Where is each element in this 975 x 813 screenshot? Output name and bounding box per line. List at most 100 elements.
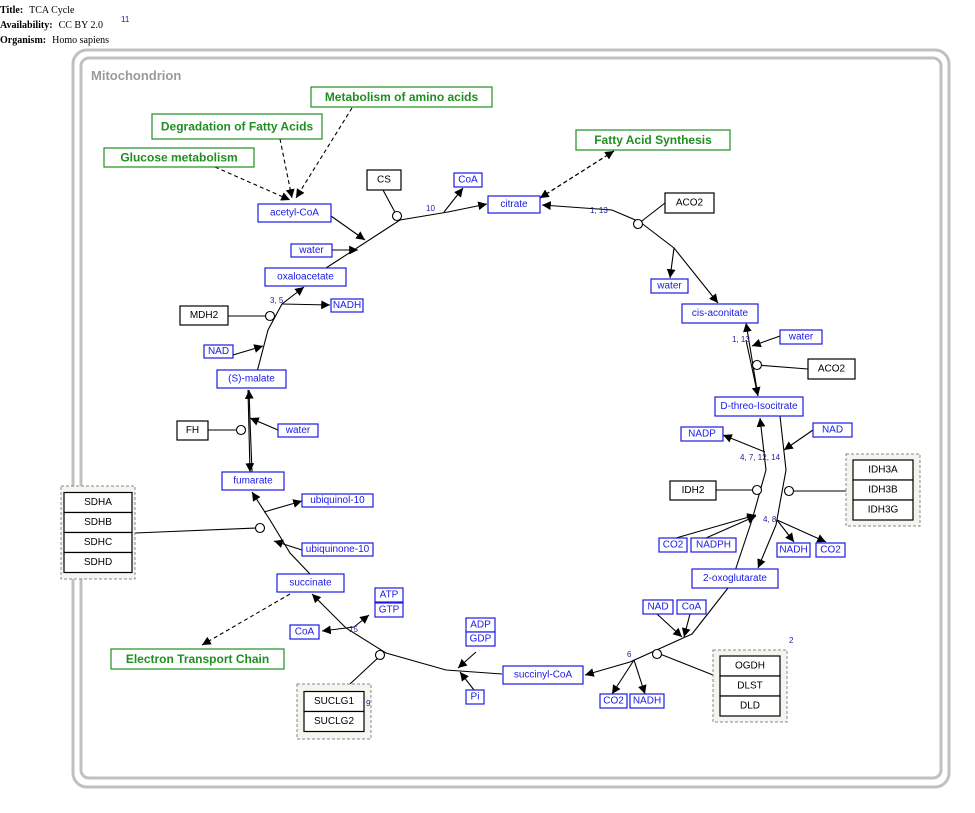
gene-node-idh3b[interactable]: IDH3B — [852, 479, 914, 501]
metabolite-node-nad[interactable]: NAD — [642, 599, 674, 615]
metabolite-node-nadh[interactable]: NADH — [330, 298, 364, 313]
metabolite-node-nadh[interactable]: NADH — [629, 693, 665, 709]
gene-label: DLST — [737, 681, 763, 692]
metabolite-node-gtp[interactable]: GTP — [374, 602, 404, 618]
metabolite-label: fumarate — [233, 476, 273, 487]
metabolite-node-d-threo-isocitrate[interactable]: D-threo-Isocitrate — [714, 396, 804, 417]
reaction-reference-label[interactable]: 6 — [627, 650, 632, 659]
metabolite-node-adp[interactable]: ADP — [465, 617, 496, 633]
reaction-reference-label[interactable]: 4, 8 — [763, 515, 777, 524]
interaction-edge — [443, 187, 464, 213]
pathway-label: Glucose metabolism — [120, 151, 237, 165]
metabolite-node-succinate[interactable]: succinate — [276, 573, 345, 593]
pathway-node-metabolism-of-amino-acids[interactable]: Metabolism of amino acids — [310, 86, 493, 108]
metabolite-node-nadh[interactable]: NADH — [776, 542, 811, 558]
metabolite-node--s-malate[interactable]: (S)-malate — [216, 369, 287, 389]
metabolite-node-water[interactable]: water — [650, 278, 689, 294]
gene-node-dlst[interactable]: DLST — [719, 675, 781, 697]
metabolite-node-fumarate[interactable]: fumarate — [221, 471, 285, 491]
gene-node-mdh2[interactable]: MDH2 — [179, 305, 229, 326]
gene-label: SDHB — [84, 517, 112, 528]
metabolite-label: CO2 — [820, 545, 841, 556]
gene-label: SUCLG2 — [314, 716, 354, 727]
gene-node-sdhc[interactable]: SDHC — [63, 531, 133, 554]
metabolite-label: water — [656, 281, 682, 292]
metabolite-node-nad[interactable]: NAD — [203, 344, 234, 359]
metabolite-label: NADH — [333, 300, 361, 311]
gene-group-sdha[interactable]: SDHA SDHB SDHC SDHD — [60, 485, 136, 580]
gene-node-sdhd[interactable]: SDHD — [63, 551, 133, 574]
reaction-reference-label[interactable]: 1, 13 — [590, 206, 608, 215]
gene-node-ogdh[interactable]: OGDH — [719, 655, 781, 677]
metabolite-node-cis-aconitate[interactable]: cis-aconitate — [681, 303, 759, 324]
interaction-edge — [751, 335, 781, 348]
gene-node-aco2[interactable]: ACO2 — [664, 192, 715, 214]
gene-node-suclg2[interactable]: SUCLG2 — [303, 710, 365, 733]
gene-node-aco2[interactable]: ACO2 — [807, 358, 856, 380]
metabolite-node-pi[interactable]: Pi — [465, 689, 485, 705]
gene-node-cs[interactable]: CS — [366, 169, 402, 191]
gene-group-suclg1[interactable]: SUCLG1 SUCLG2 9 — [296, 683, 372, 740]
interaction-edge — [134, 527, 258, 534]
metabolite-label: water — [285, 425, 311, 436]
gene-node-sdha[interactable]: SDHA — [63, 491, 133, 514]
metabolite-node-oxaloacetate[interactable]: oxaloacetate — [264, 267, 347, 287]
group-reference[interactable]: 2 — [789, 636, 794, 645]
compartment-label: Mitochondrion — [91, 68, 181, 83]
pathway-diagram: Mitochondrion Metabolism of amino acids D… — [60, 48, 951, 789]
pathway-node-fatty-acid-synthesis[interactable]: Fatty Acid Synthesis — [575, 129, 731, 151]
gene-node-idh3g[interactable]: IDH3G — [852, 499, 914, 521]
metabolite-label: CoA — [682, 602, 702, 613]
metabolite-node-coa[interactable]: CoA — [676, 599, 707, 615]
gene-node-sdhb[interactable]: SDHB — [63, 511, 133, 534]
catalysis-anchor — [783, 485, 795, 497]
metabolite-node-water[interactable]: water — [779, 329, 823, 345]
metabolite-label: ubiquinol-10 — [310, 495, 365, 506]
metabolite-node-nadp[interactable]: NADP — [680, 426, 724, 442]
metabolite-node-water[interactable]: water — [290, 243, 333, 258]
metabolite-node-gdp[interactable]: GDP — [465, 631, 496, 647]
interaction-edge — [637, 202, 666, 225]
interaction-edge — [457, 651, 477, 669]
metabolite-node-nad[interactable]: NAD — [812, 422, 853, 438]
metabolite-node-succinyl-coa[interactable]: succinyl-CoA — [502, 665, 584, 685]
metabolite-node-2-oxoglutarate[interactable]: 2-oxoglutarate — [691, 568, 779, 589]
gene-group-idh3a[interactable]: IDH3A IDH3B IDH3G — [845, 453, 921, 527]
interaction-edge — [743, 322, 759, 397]
gene-node-dld[interactable]: DLD — [719, 695, 781, 717]
gene-node-idh2[interactable]: IDH2 — [669, 480, 717, 501]
reaction-reference-label[interactable]: 1, 13 — [732, 335, 750, 344]
metabolite-node-co2[interactable]: CO2 — [599, 693, 628, 709]
metabolite-node-nadph[interactable]: NADPH — [690, 537, 737, 553]
group-reference[interactable]: 9 — [366, 699, 371, 708]
pathway-node-degradation-of-fatty-acids[interactable]: Degradation of Fatty Acids — [151, 113, 323, 140]
pathway-node-electron-transport-chain[interactable]: Electron Transport Chain — [110, 648, 285, 670]
gene-node-suclg1[interactable]: SUCLG1 — [303, 690, 365, 713]
metabolite-node-coa[interactable]: CoA — [289, 624, 320, 640]
reaction-reference-label[interactable]: 4, 7, 12, 14 — [740, 453, 781, 462]
gene-label: IDH3B — [868, 485, 898, 496]
interaction-edge — [656, 613, 683, 638]
gene-node-idh3a[interactable]: IDH3A — [852, 459, 914, 481]
metabolite-node-co2[interactable]: CO2 — [658, 537, 688, 553]
metabolite-node-coa[interactable]: CoA — [453, 172, 483, 188]
gene-label: SDHC — [84, 537, 112, 548]
metabolite-node-water[interactable]: water — [277, 423, 319, 438]
metabolite-node-citrate[interactable]: citrate — [487, 195, 541, 214]
pathway-node-glucose-metabolism[interactable]: Glucose metabolism — [103, 147, 255, 168]
reaction-reference-label[interactable]: 10 — [426, 204, 435, 213]
metabolite-node-co2[interactable]: CO2 — [815, 542, 846, 558]
metabolite-node-acetyl-coa[interactable]: acetyl-CoA — [257, 203, 332, 223]
metabolite-label: ATP — [380, 590, 399, 601]
reaction-reference-label[interactable]: 3, 5 — [270, 296, 284, 305]
gene-node-fh[interactable]: FH — [176, 420, 209, 441]
metabolite-label: ADP — [470, 620, 491, 631]
metabolite-label: CoA — [458, 175, 478, 186]
metabolite-node-ubiquinone-10[interactable]: ubiquinone-10 — [301, 542, 374, 557]
metabolite-node-atp[interactable]: ATP — [374, 587, 404, 603]
metabolite-label: citrate — [500, 199, 528, 210]
gene-group-ogdh[interactable]: OGDH DLST DLD 2 — [712, 636, 794, 723]
metabolite-node-ubiquinol-10[interactable]: ubiquinol-10 — [301, 493, 374, 508]
interaction-edge — [659, 653, 714, 676]
reaction-reference-label[interactable]: 15 — [349, 625, 358, 634]
